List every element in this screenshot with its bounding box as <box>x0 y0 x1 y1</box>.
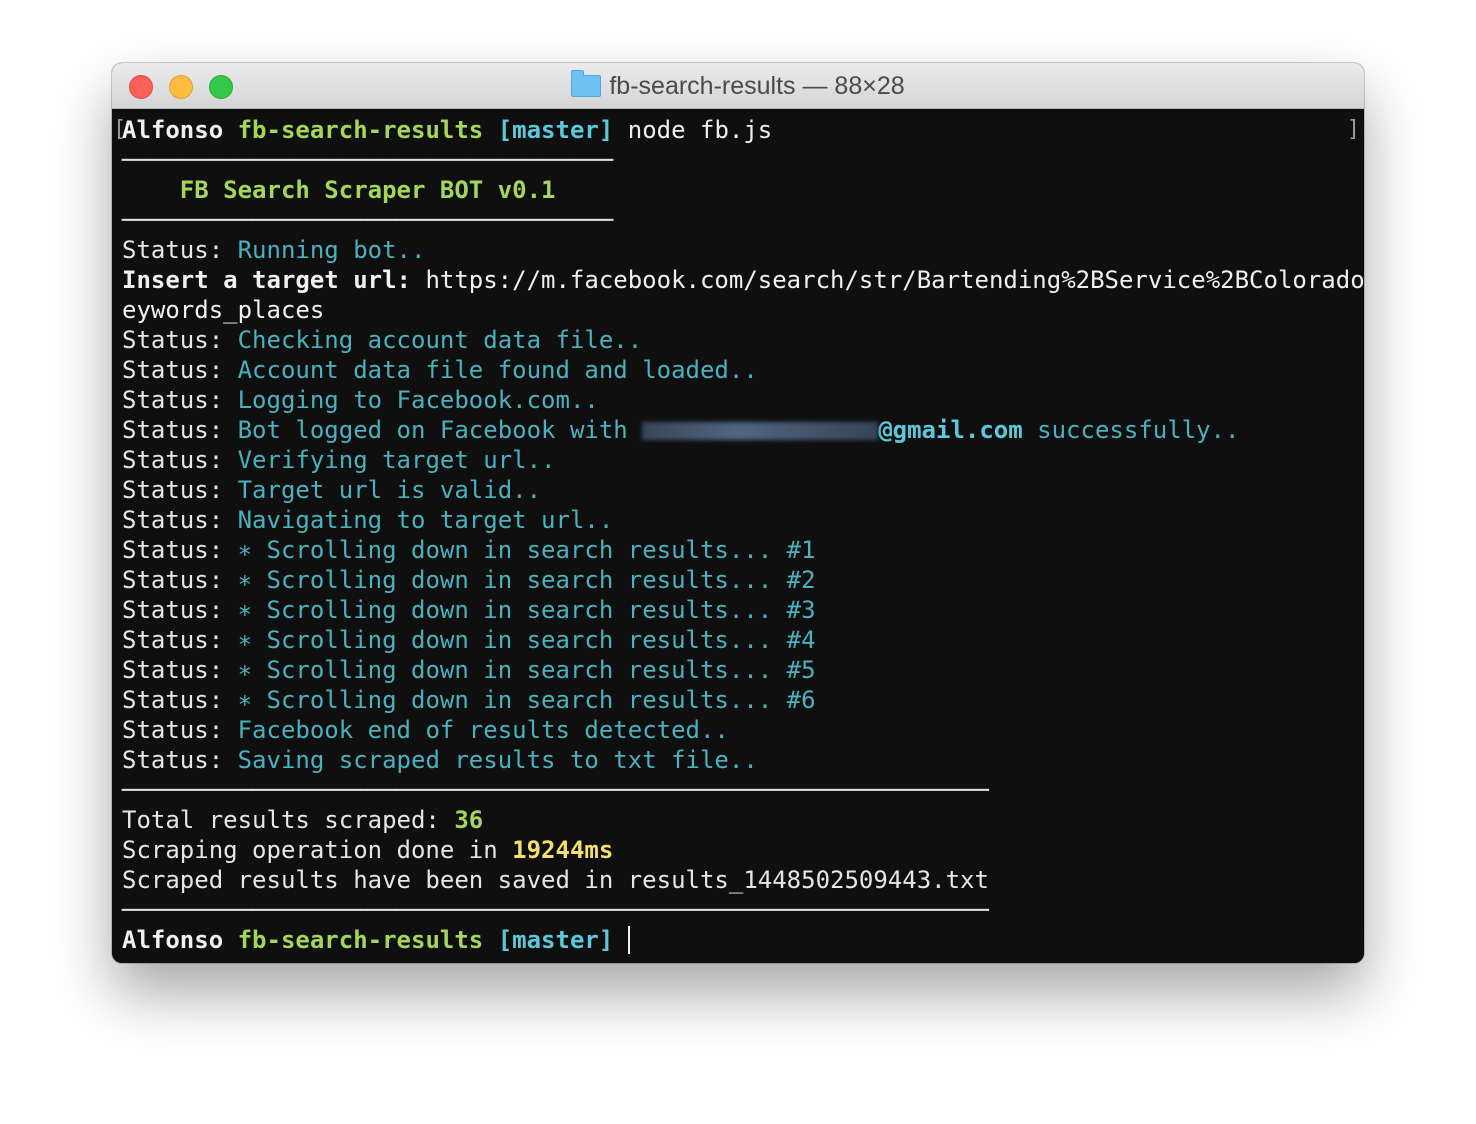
prompt-user: Alfonso <box>122 926 224 954</box>
status-label: Status: <box>122 386 224 414</box>
log-line: Status: ∗ Scrolling down in search resul… <box>122 565 816 595</box>
prompt-branch: [master] <box>497 116 614 144</box>
status-label: Status: <box>122 566 224 594</box>
log-line: Status: Logging to Facebook.com.. <box>122 385 599 415</box>
log-line: Insert a target url: https://m.facebook.… <box>122 265 1364 295</box>
status-label: Status: <box>122 656 224 684</box>
text-cursor <box>627 926 630 954</box>
log-line: Status: ∗ Scrolling down in search resul… <box>122 535 816 565</box>
status-message: successfully.. <box>1037 416 1240 444</box>
log-line: Status: Bot logged on Facebook with @gma… <box>122 415 1239 445</box>
log-line: Status: Facebook end of results detected… <box>122 715 729 745</box>
log-line: Status: Checking account data file.. <box>122 325 642 355</box>
status-label: Status: <box>122 446 224 474</box>
status-message: ∗ Scrolling down in search results... #5 <box>237 656 816 684</box>
folder-icon <box>571 70 602 97</box>
status-message: Target url is valid.. <box>237 476 542 504</box>
prompt-branch: [master] <box>497 926 614 954</box>
status-message: Bot logged on Facebook with <box>237 416 628 444</box>
status-label: Status: <box>122 686 224 714</box>
banner-title: FB Search Scraper BOT v0.1 <box>179 176 556 204</box>
duration-label: Scraping operation done in <box>122 836 498 864</box>
status-label: Status: <box>122 356 224 384</box>
saved-file-line: Scraped results have been saved in resul… <box>122 866 989 894</box>
status-label: Status: <box>122 476 224 504</box>
status-message: Running bot.. <box>237 236 426 264</box>
banner-separator-top: ────────────────────────────────── <box>122 146 614 174</box>
log-line: Status: ∗ Scrolling down in search resul… <box>122 655 816 685</box>
status-label: Status: <box>122 236 224 264</box>
status-label: Status: <box>122 626 224 654</box>
window-title-text: fb-search-results — 88×28 <box>609 72 905 100</box>
log-line: Status: Account data file found and load… <box>122 355 758 385</box>
status-message: Checking account data file.. <box>237 326 643 354</box>
terminal-window: fb-search-results — 88×28 [ ] Alfonso fb… <box>112 63 1364 963</box>
status-message: Account data file found and loaded.. <box>237 356 758 384</box>
prompt-dir: fb-search-results <box>237 926 484 954</box>
prompt-command: node fb.js <box>627 116 773 144</box>
log-line: Status: Running bot.. <box>122 235 425 265</box>
status-message: ∗ Scrolling down in search results... #4 <box>237 626 816 654</box>
duration-value: 19244ms <box>512 836 614 864</box>
status-label: Status: <box>122 536 224 564</box>
banner-title-line: FB Search Scraper BOT v0.1 <box>122 175 556 205</box>
status-label: Status: <box>122 326 224 354</box>
status-message: ∗ Scrolling down in search results... #1 <box>237 536 816 564</box>
banner-separator-bottom: ────────────────────────────────── <box>122 206 614 234</box>
total-value: 36 <box>454 806 484 834</box>
status-message: Saving scraped results to txt file.. <box>237 746 758 774</box>
summary-separator-bottom: ────────────────────────────────────────… <box>122 896 989 924</box>
mark-bracket-right: ] <box>1346 117 1360 142</box>
log-line: Status: Verifying target url.. <box>122 445 556 475</box>
status-message: ∗ Scrolling down in search results... #3 <box>237 596 816 624</box>
final-prompt-line[interactable]: Alfonso fb-search-results [master] <box>122 925 630 955</box>
log-line: Status: ∗ Scrolling down in search resul… <box>122 595 816 625</box>
status-message: Verifying target url.. <box>237 446 556 474</box>
log-line: Status: Saving scraped results to txt fi… <box>122 745 758 775</box>
status-label: Status: <box>122 716 224 744</box>
log-line: Status: Navigating to target url.. <box>122 505 613 535</box>
status-message: Navigating to target url.. <box>237 506 614 534</box>
status-message: Logging to Facebook.com.. <box>237 386 599 414</box>
prompt-user: Alfonso <box>122 116 224 144</box>
log-line: Status: ∗ Scrolling down in search resul… <box>122 685 816 715</box>
duration-line: Scraping operation done in 19244ms <box>122 835 613 865</box>
prompt-dir: fb-search-results <box>237 116 484 144</box>
status-label: Status: <box>122 416 224 444</box>
prompt-line: Alfonso fb-search-results [master] node … <box>122 115 772 145</box>
status-label: Status: <box>122 506 224 534</box>
url-text-wrap: eywords_places <box>122 296 325 324</box>
status-message: ∗ Scrolling down in search results... #6 <box>237 686 816 714</box>
terminal-output[interactable]: [ ] Alfonso fb-search-results [master] n… <box>112 109 1364 963</box>
status-message: Facebook end of results detected.. <box>237 716 729 744</box>
redacted-email <box>642 422 879 440</box>
summary-separator-top: ────────────────────────────────────────… <box>122 776 989 804</box>
url-text: https://m.facebook.com/search/str/Barten… <box>425 266 1364 294</box>
total-label: Total results scraped: <box>122 806 440 834</box>
status-label: Status: <box>122 746 224 774</box>
insert-url-label: Insert a target url: <box>122 266 411 294</box>
status-label: Status: <box>122 596 224 624</box>
total-results-line: Total results scraped: 36 <box>122 805 483 835</box>
log-line: Status: Target url is valid.. <box>122 475 541 505</box>
status-message: ∗ Scrolling down in search results... #2 <box>237 566 816 594</box>
title-bar[interactable]: fb-search-results — 88×28 <box>112 63 1364 109</box>
window-title: fb-search-results — 88×28 <box>112 70 1364 101</box>
email-domain: @gmail.com <box>878 416 1023 444</box>
log-line: Status: ∗ Scrolling down in search resul… <box>122 625 816 655</box>
